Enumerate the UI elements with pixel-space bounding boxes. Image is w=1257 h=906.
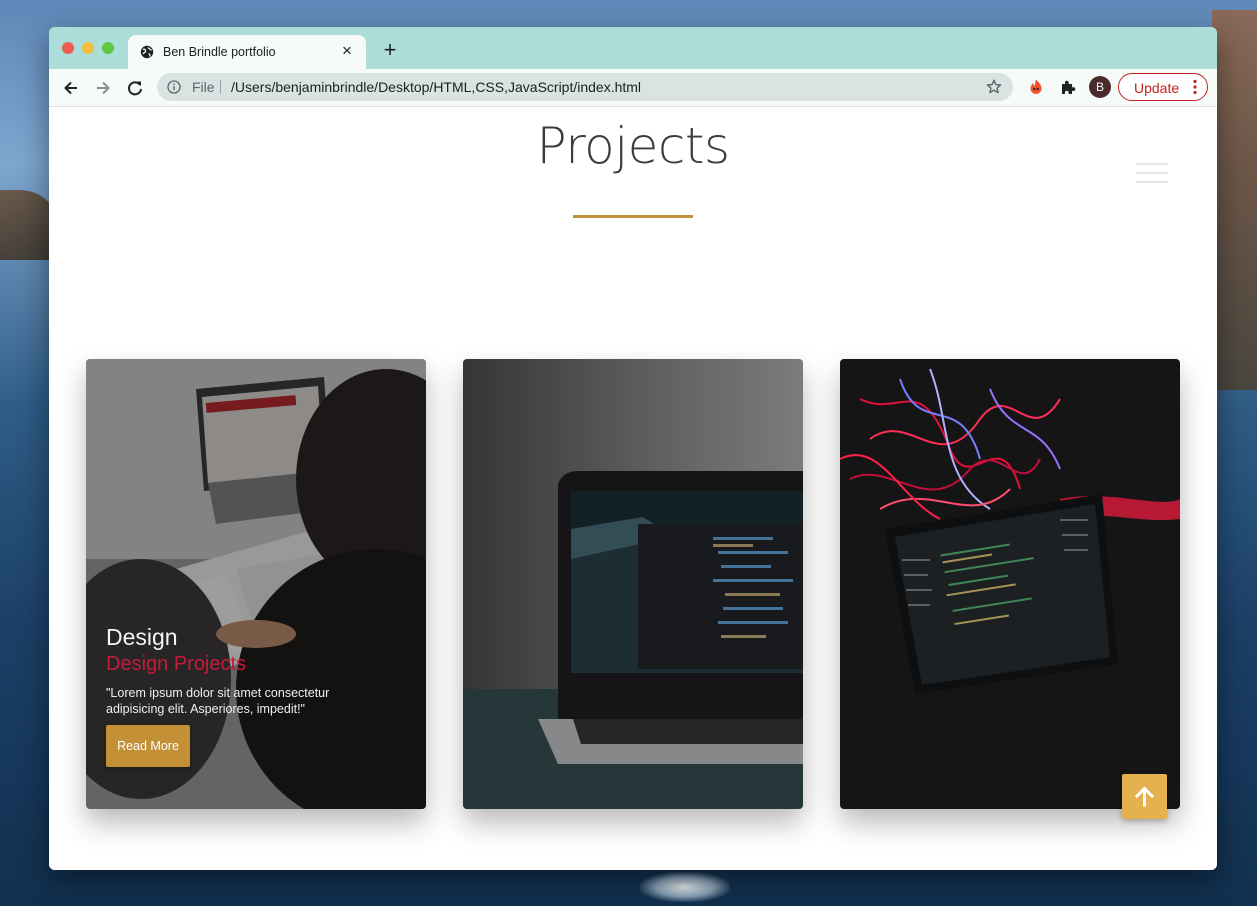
hamburger-line — [1136, 172, 1168, 174]
back-icon[interactable] — [60, 77, 82, 99]
hamburger-line — [1136, 163, 1168, 165]
page-title: Projects — [536, 117, 730, 175]
project-card-laptop[interactable] — [463, 359, 803, 809]
url-text[interactable]: /Users/benjaminbrindle/Desktop/HTML,CSS,… — [231, 79, 641, 95]
tab-bar: Ben Brindle portfolio × + — [49, 27, 1217, 69]
window-minimize-button[interactable] — [82, 42, 94, 54]
bookmark-star-icon[interactable] — [985, 78, 1003, 96]
desktop-surf — [640, 872, 730, 902]
info-icon[interactable] — [167, 80, 181, 94]
project-card-design[interactable]: Design Design Projects "Lorem ipsum dolo… — [86, 359, 426, 809]
extensions-puzzle-icon[interactable] — [1059, 78, 1077, 96]
browser-window: Ben Brindle portfolio × + File /Users/be… — [49, 27, 1217, 870]
card-title: Design — [106, 624, 178, 650]
arrow-up-icon — [1134, 786, 1155, 807]
read-more-button[interactable]: Read More — [106, 725, 190, 767]
forward-icon[interactable] — [92, 77, 114, 99]
hamburger-line — [1136, 181, 1168, 183]
window-maximize-button[interactable] — [102, 42, 114, 54]
reload-icon[interactable] — [124, 77, 146, 99]
page-content: Projects Design Design Projects "Lorem i… — [49, 107, 1217, 870]
scroll-to-top-button[interactable] — [1122, 774, 1167, 819]
hamburger-icon[interactable] — [1136, 163, 1168, 185]
more-vert-icon — [1193, 79, 1197, 95]
card-subtitle: Design Projects — [106, 653, 247, 675]
card-description: "Lorem ipsum dolor sit amet consectetur … — [106, 686, 330, 716]
tab-close-icon[interactable]: × — [337, 41, 357, 61]
new-tab-button[interactable]: + — [379, 39, 401, 61]
tab-portfolio[interactable]: Ben Brindle portfolio × — [128, 35, 366, 69]
laptop-photo — [463, 359, 803, 809]
desktop-cliff-right — [1212, 10, 1257, 390]
tab-title: Ben Brindle portfolio — [163, 45, 276, 59]
update-button[interactable]: Update — [1118, 73, 1208, 101]
card-overlay: Design Design Projects "Lorem ipsum dolo… — [106, 623, 366, 767]
update-label: Update — [1134, 80, 1180, 96]
project-card-code[interactable] — [840, 359, 1180, 809]
extension-fire-icon[interactable] — [1027, 78, 1045, 96]
profile-avatar[interactable]: B — [1089, 76, 1111, 98]
url-separator — [220, 80, 221, 94]
address-bar[interactable]: File /Users/benjaminbrindle/Desktop/HTML… — [157, 73, 1013, 101]
url-scheme-label: File — [192, 79, 215, 95]
browser-toolbar: File /Users/benjaminbrindle/Desktop/HTML… — [49, 69, 1217, 107]
window-close-button[interactable] — [62, 42, 74, 54]
title-underline — [573, 215, 693, 218]
globe-icon — [140, 45, 154, 59]
code-photo — [840, 359, 1180, 809]
